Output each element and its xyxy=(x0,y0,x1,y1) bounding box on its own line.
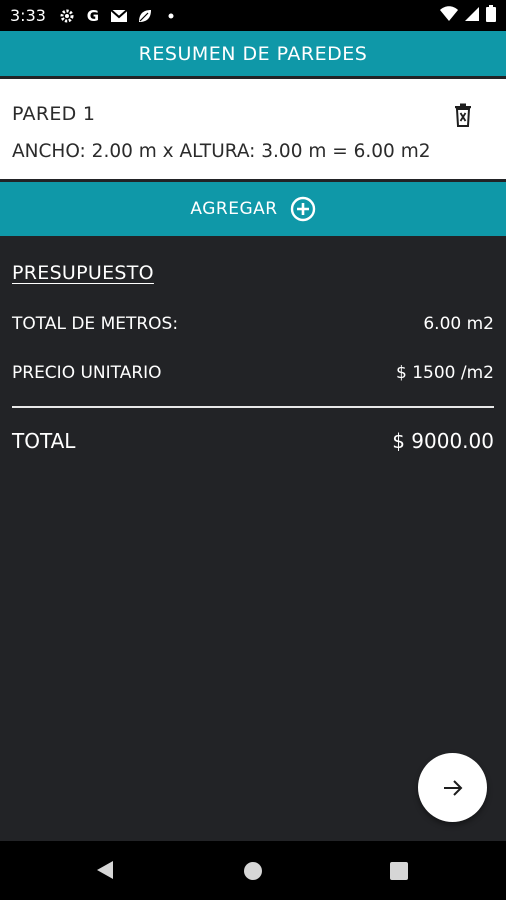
header-bar: RESUMEN DE PAREDES xyxy=(0,31,506,76)
divider xyxy=(12,406,494,408)
back-icon[interactable] xyxy=(96,860,114,884)
signal-icon xyxy=(464,6,480,26)
unit-price-label: PRECIO UNITARIO xyxy=(12,363,162,383)
dot-icon xyxy=(162,7,180,25)
wall-card[interactable]: PARED 1 ANCHO: 2.00 m x ALTURA: 3.00 m =… xyxy=(0,79,506,179)
unit-price-row: PRECIO UNITARIO $ 1500 /m2 xyxy=(12,363,494,383)
status-time: 3:33 xyxy=(10,6,46,25)
total-meters-label: TOTAL DE METROS: xyxy=(12,314,179,334)
total-label: TOTAL xyxy=(12,429,76,453)
total-row: TOTAL $ 9000.00 xyxy=(12,429,494,453)
wifi-icon xyxy=(440,5,458,26)
budget-title: PRESUPUESTO xyxy=(12,262,154,284)
home-icon[interactable] xyxy=(244,862,262,880)
leaf-icon xyxy=(136,7,154,25)
total-meters-row: TOTAL DE METROS: 6.00 m2 xyxy=(12,314,494,334)
recents-icon[interactable] xyxy=(390,862,408,880)
unit-price-value: $ 1500 /m2 xyxy=(396,363,494,383)
status-bar: 3:33 G xyxy=(0,0,506,31)
page-title: RESUMEN DE PAREDES xyxy=(138,42,368,65)
gear-icon xyxy=(58,7,76,25)
total-value: $ 9000.00 xyxy=(392,429,494,453)
arrow-right-icon xyxy=(443,779,462,796)
gmail-icon xyxy=(110,7,128,25)
add-wall-button[interactable]: AGREGAR xyxy=(0,182,506,236)
google-g-icon: G xyxy=(86,6,100,25)
battery-icon xyxy=(486,5,496,26)
delete-wall-button[interactable] xyxy=(452,103,476,129)
wall-name: PARED 1 xyxy=(12,103,96,125)
add-wall-label: AGREGAR xyxy=(190,199,278,219)
next-button[interactable] xyxy=(418,753,487,822)
system-nav-bar xyxy=(0,841,506,900)
total-meters-value: 6.00 m2 xyxy=(423,314,494,334)
plus-circle-icon xyxy=(290,196,315,222)
wall-dimensions: ANCHO: 2.00 m x ALTURA: 3.00 m = 6.00 m2 xyxy=(12,141,431,162)
trash-icon xyxy=(455,103,471,127)
